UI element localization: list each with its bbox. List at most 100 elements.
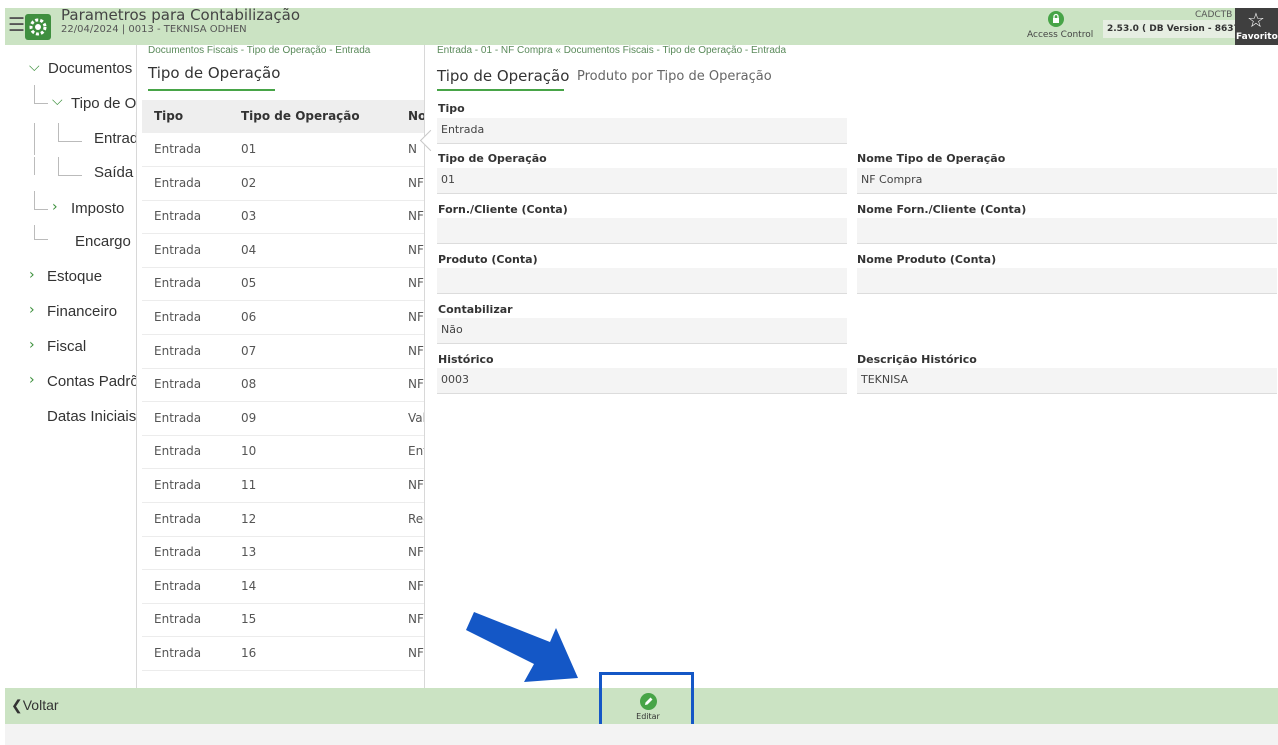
tipo-field[interactable]: Entrada xyxy=(437,118,847,144)
table-row[interactable]: Entrada 11 NF xyxy=(142,469,424,503)
sidebar-item-saida[interactable]: Saída xyxy=(94,164,133,181)
produto-field[interactable] xyxy=(437,268,847,294)
table-row[interactable]: Entrada 02 NF xyxy=(142,167,424,201)
version-badge: 2.53.0 ( DB Version - 8637 ) xyxy=(1103,20,1252,38)
cell-tipo: Entrada xyxy=(154,578,202,593)
tree-line xyxy=(34,85,35,103)
tipo-operacao-field[interactable]: 01 xyxy=(437,168,847,194)
sidebar-item-entrada[interactable]: Entrad xyxy=(94,130,136,147)
sidebar-item-estoque[interactable]: Estoque xyxy=(47,268,102,285)
lock-icon[interactable] xyxy=(1048,10,1064,28)
cell-tipo: Entrada xyxy=(154,242,202,257)
cell-nome: NF xyxy=(408,310,424,324)
back-button[interactable]: ❮Voltar xyxy=(11,697,59,714)
table-row[interactable]: Entrada 14 NF xyxy=(142,570,424,604)
cell-tipo-operacao: 12 xyxy=(241,511,257,526)
table-row[interactable]: Entrada 07 NF xyxy=(142,335,424,369)
field-label-nome-forn-cliente: Nome Forn./Cliente (Conta) xyxy=(857,203,1027,216)
contabilizar-field[interactable]: Não xyxy=(437,318,847,344)
forn-cliente-field[interactable] xyxy=(437,218,847,244)
tree-line xyxy=(58,141,82,142)
tree-line xyxy=(34,123,35,155)
table-row[interactable]: Entrada 13 NF xyxy=(142,536,424,571)
nome-tipo-operacao-field[interactable]: NF Compra xyxy=(857,168,1277,194)
cell-nome: NF xyxy=(408,578,424,593)
cell-tipo-operacao: 16 xyxy=(241,646,257,660)
tree-line xyxy=(34,191,35,209)
table-row[interactable]: Entrada 06 NF xyxy=(142,301,424,335)
chevron-right-icon[interactable]: › xyxy=(29,337,35,353)
column-header-tipo[interactable]: Tipo xyxy=(154,109,183,123)
cell-tipo-operacao: 09 xyxy=(241,410,257,425)
cell-tipo: Entrada xyxy=(154,444,202,459)
table-row[interactable]: Entrada 09 Val xyxy=(142,402,424,436)
table-row[interactable]: Entrada 01 N xyxy=(142,133,424,167)
table-row[interactable]: Entrada 04 NF xyxy=(142,234,424,268)
breadcrumb[interactable]: Entrada - 01 - NF Compra « Documentos Fi… xyxy=(437,45,786,56)
field-label-nome-tipo-operacao: Nome Tipo de Operação xyxy=(857,152,1006,165)
sidebar-item-tipo-operacao[interactable]: Tipo de O xyxy=(71,95,136,112)
field-label-tipo-operacao: Tipo de Operação xyxy=(438,152,547,165)
nome-forn-cliente-field[interactable] xyxy=(857,218,1277,244)
title-underline xyxy=(148,89,275,91)
cell-nome: NF xyxy=(408,377,424,392)
tab-produto-por-tipo-operacao[interactable]: Produto por Tipo de Operação xyxy=(577,69,772,84)
cell-nome: N xyxy=(408,142,417,156)
cell-nome: NF xyxy=(408,612,424,627)
cell-tipo-operacao: 10 xyxy=(241,444,257,459)
user-label: CADCTB xyxy=(1195,10,1233,20)
favorites-button[interactable]: ☆ Favoritos xyxy=(1235,8,1278,45)
access-control-label[interactable]: Access Control xyxy=(1027,30,1093,40)
list-panel: Documentos Fiscais - Tipo de Operação - … xyxy=(137,45,425,688)
column-header-nome[interactable]: No xyxy=(408,109,424,123)
cell-tipo-operacao: 03 xyxy=(241,209,257,224)
cell-tipo: Entrada xyxy=(154,410,202,425)
cell-tipo-operacao: 01 xyxy=(241,142,257,156)
descricao-historico-field[interactable]: TEKNISA xyxy=(857,368,1277,394)
table-row[interactable]: Entrada 12 Rec xyxy=(142,503,424,537)
historico-field[interactable]: 0003 xyxy=(437,368,847,394)
chevron-right-icon[interactable]: › xyxy=(52,199,58,215)
table-row[interactable]: Entrada 03 NF xyxy=(142,200,424,235)
star-icon: ☆ xyxy=(1247,8,1265,32)
chevron-down-icon[interactable]: ⌵ xyxy=(29,59,40,75)
sidebar-tree: ⌵ Documentos ⌵ Tipo de O Entrad Saída › … xyxy=(5,45,137,688)
chevron-right-icon[interactable]: › xyxy=(29,302,35,318)
breadcrumb[interactable]: Documentos Fiscais - Tipo de Operação - … xyxy=(148,45,370,56)
chevron-down-icon[interactable]: ⌵ xyxy=(52,93,63,109)
top-bar: ☰ Parametros para Contabilização 22/04/2… xyxy=(5,6,1278,45)
nome-produto-field[interactable] xyxy=(857,268,1277,294)
table-row[interactable]: Entrada 08 NF xyxy=(142,368,424,403)
field-label-historico: Histórico xyxy=(438,353,494,366)
sidebar-item-datas-iniciais[interactable]: Datas Iniciais xyxy=(47,408,136,425)
tab-tipo-operacao[interactable]: Tipo de Operação xyxy=(437,67,569,85)
table-row[interactable]: Entrada 10 Ent xyxy=(142,435,424,470)
cell-tipo-operacao: 15 xyxy=(241,612,257,627)
sidebar-item-documentos[interactable]: Documentos xyxy=(48,60,132,77)
cell-tipo: Entrada xyxy=(154,612,202,627)
sidebar-item-imposto[interactable]: Imposto xyxy=(71,200,124,217)
tree-line xyxy=(58,175,82,176)
table-header: Tipo Tipo de Operação No xyxy=(142,100,424,133)
tree-line xyxy=(58,123,59,141)
cell-tipo: Entrada xyxy=(154,646,202,660)
table-row[interactable]: Entrada 05 NF xyxy=(142,267,424,302)
tree-line xyxy=(34,209,48,210)
sidebar-item-contas-padrao[interactable]: Contas Padrõ xyxy=(47,373,136,390)
sidebar-item-encargo[interactable]: Encargo xyxy=(75,233,131,250)
chevron-right-icon[interactable]: › xyxy=(29,372,35,388)
cell-tipo: Entrada xyxy=(154,377,202,392)
cell-tipo: Entrada xyxy=(154,478,202,492)
sidebar-item-financeiro[interactable]: Financeiro xyxy=(47,303,117,320)
cell-tipo: Entrada xyxy=(154,343,202,358)
hamburger-menu-icon[interactable]: ☰ xyxy=(8,16,25,35)
column-header-tipo-operacao[interactable]: Tipo de Operação xyxy=(241,109,360,123)
chevron-right-icon[interactable]: › xyxy=(29,267,35,283)
cell-nome: NF xyxy=(408,242,424,257)
cell-tipo-operacao: 14 xyxy=(241,578,257,593)
cell-nome: Val xyxy=(408,410,425,425)
table-row[interactable]: Entrada 16 NF xyxy=(142,637,424,671)
chevron-left-icon: ❮ xyxy=(11,697,23,713)
sidebar-item-fiscal[interactable]: Fiscal xyxy=(47,338,86,355)
table-row[interactable]: Entrada 15 NF xyxy=(142,603,424,638)
